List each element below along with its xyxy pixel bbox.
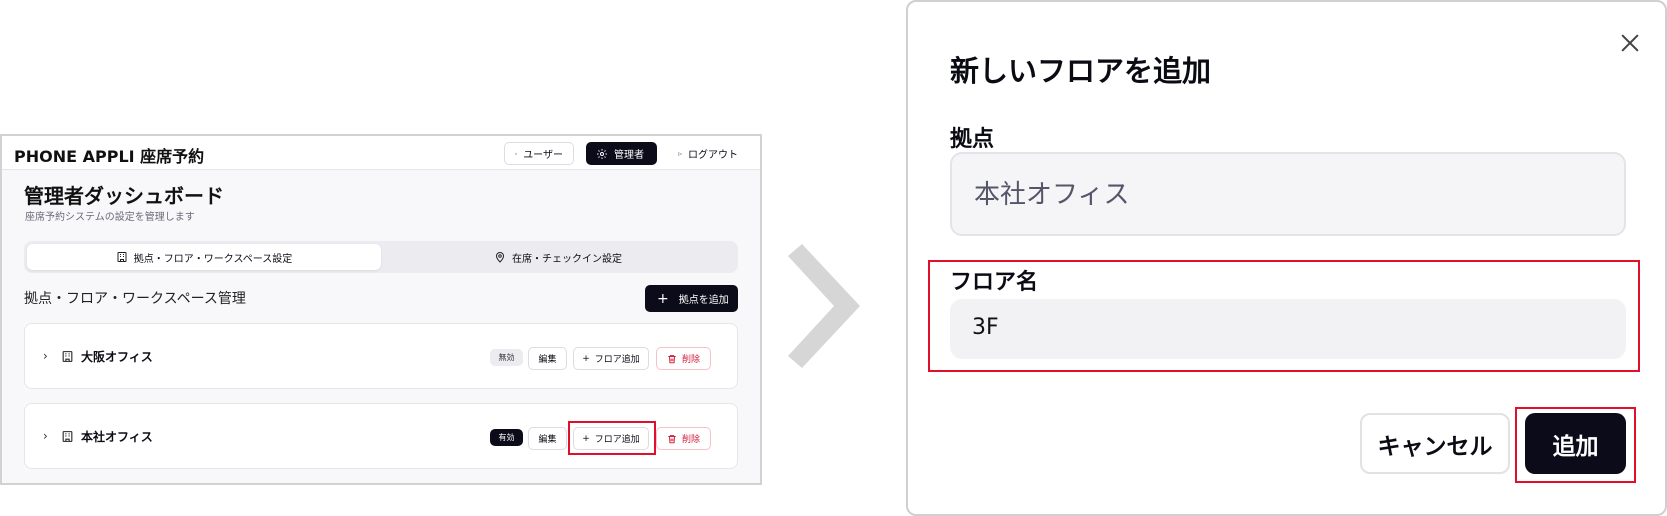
delete-button[interactable]: 削除 — [656, 347, 711, 370]
delete-label: 削除 — [681, 435, 700, 445]
logout-label: ログアウト — [688, 150, 738, 161]
edit-label: 編集 — [538, 435, 557, 445]
trash-icon — [668, 354, 676, 363]
add-site-label: 拠点を追加 — [678, 295, 729, 306]
section-title: 拠点・フロア・ワークスペース管理 — [24, 291, 246, 307]
chevron-right-icon[interactable]: › — [43, 429, 55, 443]
building-icon — [62, 431, 73, 442]
highlight-box — [568, 421, 656, 455]
plus-icon: + — [657, 290, 669, 307]
admin-view-label: 管理者 — [614, 150, 644, 161]
add-floor-label: フロア追加 — [594, 355, 640, 365]
logout-button[interactable]: ログアウト — [668, 142, 748, 165]
users-icon — [515, 152, 518, 155]
tab-site-floor-workspace[interactable]: 拠点・フロア・ワークスペース設定 — [27, 244, 381, 270]
tab-presence-checkin-label: 在席・チェックイン設定 — [512, 253, 622, 265]
app-header: PHONE APPLI 座席予約 ユーザー 管理者 ログアウト — [2, 136, 760, 170]
site-name: 大阪オフィス — [81, 350, 153, 364]
dialog-title: 新しいフロアを追加 — [950, 54, 1212, 88]
edit-button[interactable]: 編集 — [528, 427, 567, 450]
plus-icon: + — [582, 353, 590, 364]
site-card: › 大阪オフィス 無効 編集 + フロア追加 削除 — [24, 323, 738, 389]
user-view-button[interactable]: ユーザー — [504, 142, 574, 165]
status-badge: 無効 — [490, 349, 523, 366]
site-field[interactable]: 本社オフィス — [950, 152, 1626, 236]
chevron-right-icon[interactable]: › — [43, 349, 55, 363]
map-pin-icon — [495, 252, 505, 263]
site-field-label: 拠点 — [950, 127, 995, 152]
page-title: 管理者ダッシュボード — [24, 184, 224, 208]
delete-label: 削除 — [681, 355, 700, 365]
trash-icon — [668, 434, 676, 443]
tab-presence-checkin[interactable]: 在席・チェックイン設定 — [381, 244, 735, 270]
cancel-button[interactable]: キャンセル — [1360, 413, 1510, 474]
add-floor-dialog: 新しいフロアを追加 拠点 本社オフィス フロア名 3F キャンセル 追加 — [906, 0, 1667, 516]
add-floor-button[interactable]: + フロア追加 — [573, 347, 649, 370]
chevron-right-icon — [788, 244, 860, 368]
floor-name-input[interactable]: 3F — [950, 299, 1626, 359]
tab-site-floor-workspace-label: 拠点・フロア・ワークスペース設定 — [133, 253, 293, 265]
edit-label: 編集 — [538, 355, 557, 365]
site-name: 本社オフィス — [81, 430, 153, 444]
add-button[interactable]: 追加 — [1525, 413, 1626, 474]
app-title: PHONE APPLI 座席予約 — [14, 147, 205, 166]
add-site-button[interactable]: + 拠点を追加 — [645, 285, 738, 312]
delete-button[interactable]: 削除 — [656, 427, 711, 450]
building-icon — [62, 351, 73, 362]
settings-tabs: 拠点・フロア・ワークスペース設定 在席・チェックイン設定 — [24, 241, 738, 273]
page-subtitle: 座席予約システムの設定を管理します — [25, 212, 195, 223]
admin-view-button[interactable]: 管理者 — [586, 142, 657, 165]
close-icon[interactable] — [1619, 32, 1641, 54]
site-card: › 本社オフィス 有効 編集 + フロア追加 削除 — [24, 403, 738, 469]
floor-name-label: フロア名 — [950, 270, 1039, 295]
gear-icon — [597, 148, 607, 159]
building-icon — [117, 252, 127, 262]
edit-button[interactable]: 編集 — [528, 347, 567, 370]
status-badge: 有効 — [490, 429, 523, 446]
admin-dashboard-window: PHONE APPLI 座席予約 ユーザー 管理者 ログアウト 管理者ダッシュボ… — [0, 134, 762, 485]
logout-icon — [678, 151, 682, 156]
user-view-label: ユーザー — [523, 150, 563, 161]
